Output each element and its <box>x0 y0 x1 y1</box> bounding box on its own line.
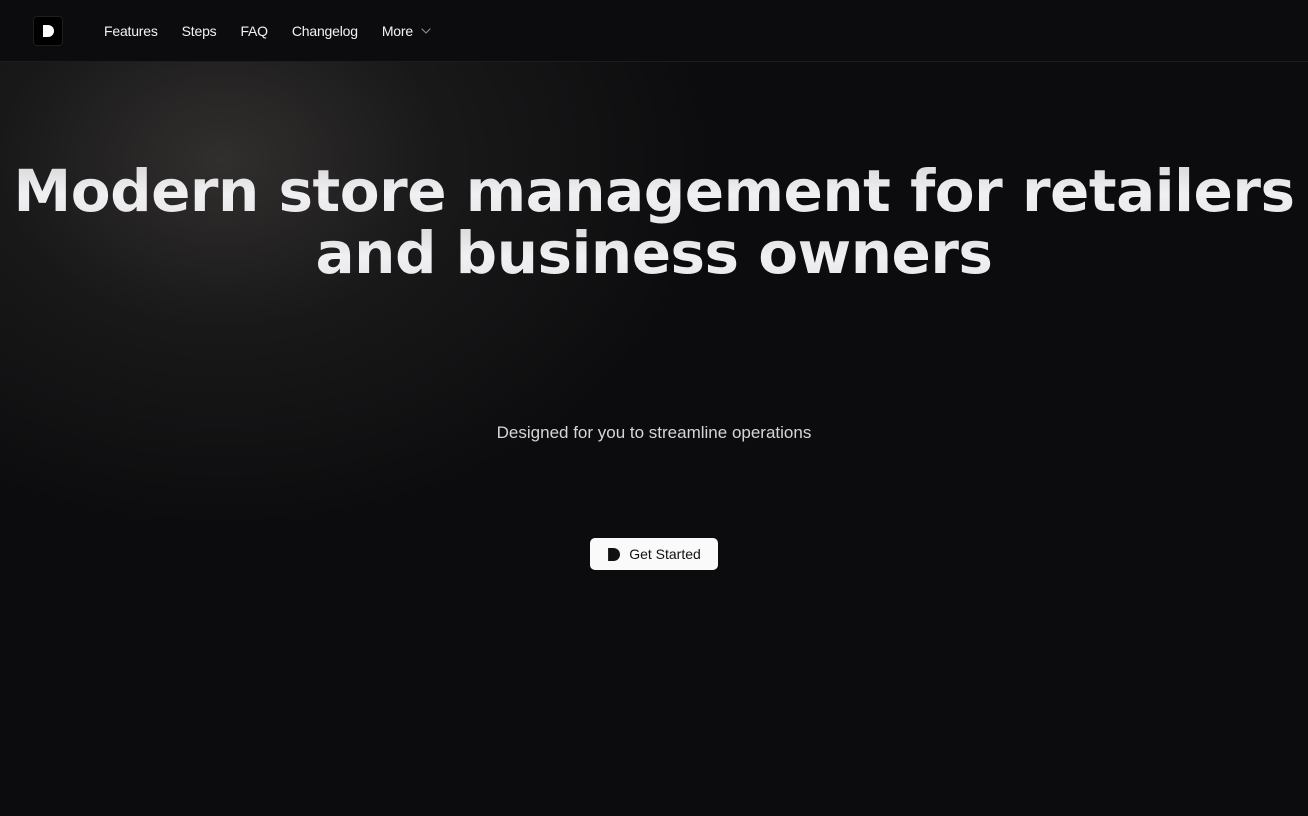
get-started-button[interactable]: Get Started <box>590 538 718 570</box>
page: Features Steps FAQ Changelog More Modern… <box>0 0 1308 816</box>
hero-subtitle: Designed for you to streamline operation… <box>496 423 812 442</box>
chevron-down-icon <box>421 27 431 34</box>
brand-logo[interactable] <box>33 15 63 46</box>
nav-link-steps[interactable]: Steps <box>182 23 217 39</box>
nav-link-changelog[interactable]: Changelog <box>292 23 358 39</box>
nav-more-dropdown[interactable]: More <box>382 23 431 39</box>
nav-more-label: More <box>381 22 413 39</box>
get-started-label: Get Started <box>629 546 701 562</box>
hero-title: Modern store management for retailers an… <box>0 160 1308 284</box>
background-glow <box>0 0 780 580</box>
nav-links: Features Steps FAQ Changelog More <box>104 23 431 39</box>
nav-link-features[interactable]: Features <box>104 23 158 39</box>
hero-title-text: Modern store management for retailers an… <box>13 157 1295 287</box>
nav-link-faq[interactable]: FAQ <box>240 23 268 39</box>
top-navbar: Features Steps FAQ Changelog More <box>0 0 1308 62</box>
brand-d-logo-icon <box>43 24 54 37</box>
brand-d-logo-icon <box>608 547 621 561</box>
